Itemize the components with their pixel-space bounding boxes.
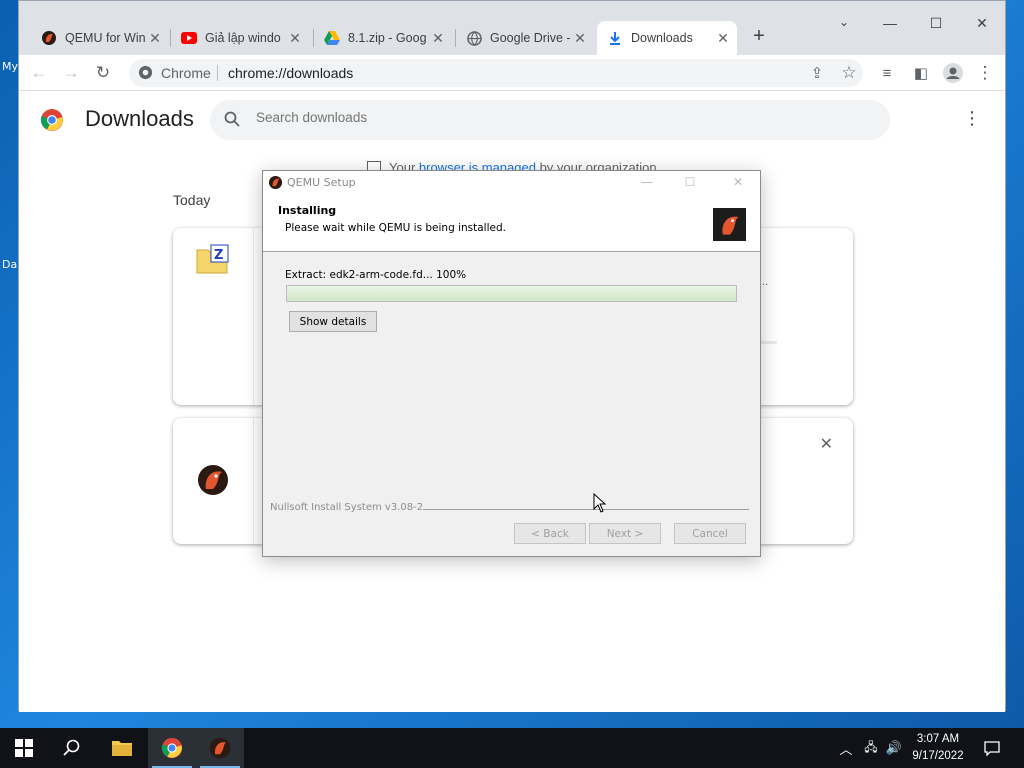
close-icon[interactable]: ✕	[430, 30, 446, 47]
mouse-cursor-icon	[593, 492, 607, 518]
tab-youtube[interactable]: Giả lập windo ✕	[171, 21, 309, 55]
qemu-icon	[41, 30, 57, 46]
qemu-icon	[268, 175, 283, 194]
search-icon	[63, 739, 80, 756]
zip-folder-icon: Z	[196, 244, 230, 279]
volume-icon[interactable]: 🔊	[884, 728, 904, 768]
chrome-taskbar-button[interactable]	[148, 728, 196, 768]
installer-subheading: Please wait while QEMU is being installe…	[285, 222, 506, 234]
globe-icon	[466, 30, 482, 46]
url-text[interactable]: chrome://downloads	[228, 65, 353, 81]
close-icon[interactable]: ✕	[287, 30, 303, 47]
back-icon[interactable]: ←	[27, 61, 51, 85]
more-menu-icon[interactable]: ⋮	[973, 61, 997, 85]
tab-google-drive-zip[interactable]: 8.1.zip - Goog ✕	[314, 21, 452, 55]
youtube-icon	[181, 30, 197, 46]
minimize-button[interactable]: —	[632, 175, 662, 189]
desktop-icon-label[interactable]: My	[2, 60, 18, 73]
tab-downloads[interactable]: Downloads ✕	[597, 21, 737, 55]
qemu-icon	[197, 464, 229, 501]
install-progress-bar	[286, 285, 737, 302]
page-title: Downloads	[85, 106, 194, 131]
profile-icon[interactable]	[941, 61, 965, 85]
more-actions-icon[interactable]: ⋮	[963, 108, 981, 129]
date-section-label: Today	[173, 192, 211, 208]
share-icon[interactable]: ⇪	[805, 61, 829, 85]
installer-dialog: QEMU Setup — ☐ ✕ Installing Please wait …	[262, 170, 761, 557]
forward-icon[interactable]: →	[59, 61, 83, 85]
site-chip: Chrome	[161, 65, 211, 81]
clock-time: 3:07 AM	[916, 733, 960, 745]
show-details-button[interactable]: Show details	[289, 311, 377, 332]
download-icon	[607, 30, 623, 46]
address-bar[interactable]: Chrome chrome://downloads	[129, 59, 863, 87]
qemu-taskbar-button[interactable]	[196, 728, 244, 768]
clock-date: 9/17/2022	[912, 750, 964, 762]
desktop-icon-label[interactable]: Da	[2, 258, 17, 271]
svg-text:Z: Z	[214, 248, 223, 263]
windows-icon	[15, 739, 33, 757]
file-explorer-button[interactable]	[98, 728, 146, 768]
installer-heading: Installing	[278, 204, 337, 217]
installer-title: QEMU Setup	[287, 176, 356, 189]
nsis-branding: Nullsoft Install System v3.08-2	[270, 502, 424, 513]
maximize-button[interactable]: ☐	[675, 175, 705, 189]
tab-search-icon[interactable]: ⌄	[821, 15, 867, 29]
chrome-icon	[161, 737, 183, 759]
reload-icon[interactable]: ↻	[91, 61, 115, 85]
search-input[interactable]	[256, 110, 856, 125]
install-status: Extract: edk2-arm-code.fd... 100%	[285, 269, 467, 281]
close-icon[interactable]: ✕	[147, 30, 163, 47]
next-button[interactable]: Next >	[589, 523, 661, 544]
taskbar: ︿ 🖧 🔊 3:07 AM 9/17/2022	[0, 728, 1024, 768]
start-button[interactable]	[0, 728, 48, 768]
cancel-button[interactable]: Cancel	[674, 523, 746, 544]
minimize-button[interactable]: —	[867, 15, 913, 31]
chrome-icon	[138, 65, 153, 85]
google-drive-icon	[324, 30, 340, 46]
back-button[interactable]: < Back	[514, 523, 586, 544]
chrome-logo-icon	[40, 108, 64, 137]
close-icon[interactable]: ✕	[715, 30, 731, 47]
folder-icon	[112, 741, 132, 756]
installer-titlebar: QEMU Setup — ☐ ✕	[263, 171, 760, 194]
remove-download-button[interactable]: ✕	[820, 434, 833, 454]
close-window-button[interactable]: ✕	[959, 15, 1005, 32]
side-panel-icon[interactable]: ◧	[909, 61, 933, 85]
close-button[interactable]: ✕	[723, 175, 753, 189]
tab-strip: QEMU for Win ✕ Giả lập windo ✕ 8.1.zip -…	[19, 1, 1005, 55]
show-hidden-icons-icon[interactable]: ︿	[836, 728, 856, 768]
search-box[interactable]	[210, 100, 890, 140]
search-button[interactable]	[48, 728, 96, 768]
qemu-logo-icon	[713, 208, 746, 241]
bookmark-star-icon[interactable]: ☆	[837, 61, 861, 85]
close-icon[interactable]: ✕	[572, 30, 588, 47]
installer-header: Installing Please wait while QEMU is bei…	[263, 194, 760, 252]
reading-list-icon[interactable]: ≡	[875, 61, 899, 85]
network-icon[interactable]: 🖧	[860, 728, 882, 768]
notifications-icon[interactable]	[978, 728, 1006, 768]
search-icon	[224, 111, 240, 132]
tab-google-drive[interactable]: Google Drive - ✕	[456, 21, 594, 55]
browser-toolbar: ← → ↻ Chrome chrome://downloads ⇪ ☆ ≡ ◧ …	[19, 55, 1005, 91]
tab-qemu[interactable]: QEMU for Win ✕	[31, 21, 169, 55]
qemu-icon	[209, 737, 231, 759]
maximize-button[interactable]: ☐	[913, 15, 959, 32]
clock[interactable]: 3:07 AM 9/17/2022	[902, 731, 974, 765]
new-tab-button[interactable]: +	[747, 25, 771, 48]
